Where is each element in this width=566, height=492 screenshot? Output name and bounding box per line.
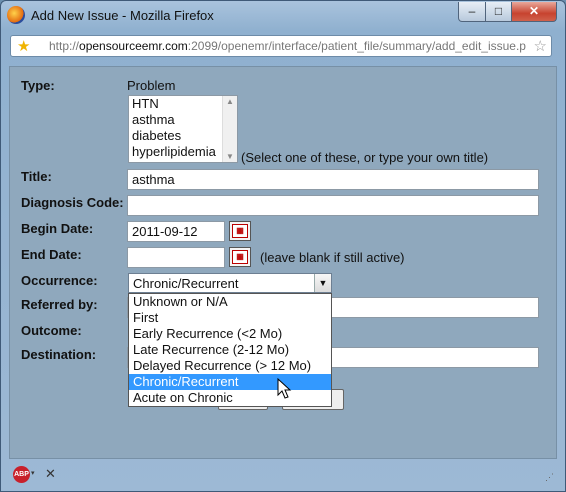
title-input[interactable]: asthma [127, 169, 539, 190]
dropdown-option[interactable]: Acute on Chronic [129, 390, 331, 406]
scroll-down-icon[interactable]: ▼ [226, 152, 234, 161]
begin-date-input[interactable]: 2011-09-12 [127, 221, 225, 242]
listbox-scrollbar[interactable]: ▲ ▼ [222, 96, 237, 162]
occurrence-select[interactable]: Chronic/Recurrent ▼ [128, 273, 332, 293]
adblock-menu-caret-icon[interactable]: ▾ [31, 469, 35, 477]
list-item[interactable]: diabetes [129, 128, 237, 144]
url-prefix: http:// [49, 39, 80, 53]
title-label: Title: [21, 169, 52, 184]
type-listbox[interactable]: HTN asthma diabetes hyperlipidemia ▲ ▼ [128, 95, 238, 163]
chevron-down-icon[interactable]: ▼ [314, 274, 331, 292]
title-bar: Add New Issue - Mozilla Firefox – □ ✕ [1, 1, 565, 31]
url-text[interactable]: http://opensourceemr.com:2099/openemr/in… [49, 39, 529, 53]
list-item[interactable]: asthma [129, 112, 237, 128]
end-date-input[interactable] [127, 247, 225, 268]
bookmark-star-icon[interactable]: ★ [17, 37, 30, 55]
window-title: Add New Issue - Mozilla Firefox [31, 8, 214, 23]
close-statusbar-icon[interactable]: ✕ [45, 466, 56, 482]
list-item[interactable]: hyperlipidemia [129, 144, 237, 160]
scroll-up-icon[interactable]: ▲ [226, 97, 234, 106]
url-path: :2099/openemr/interface/patient_file/sum… [187, 39, 526, 53]
calendar-icon: ▦ [232, 250, 248, 264]
url-bar[interactable]: ★ http://opensourceemr.com:2099/openemr/… [10, 35, 552, 57]
end-date-label: End Date: [21, 247, 82, 262]
destination-label: Destination: [21, 347, 97, 362]
issue-form: Type: Problem HTN asthma diabetes hyperl… [9, 66, 557, 459]
status-bar: ABP ▾ ✕ ⋰ [9, 463, 557, 485]
minimize-button[interactable]: – [458, 2, 486, 22]
outcome-label: Outcome: [21, 323, 82, 338]
dropdown-option[interactable]: Delayed Recurrence (> 12 Mo) [129, 358, 331, 374]
calendar-icon: ▦ [232, 224, 248, 238]
resize-grip-icon[interactable]: ⋰ [545, 472, 554, 483]
adblock-icon[interactable]: ABP [13, 466, 30, 483]
occurrence-label: Occurrence: [21, 273, 98, 288]
end-date-calendar-button[interactable]: ▦ [229, 247, 251, 267]
dropdown-option[interactable]: Late Recurrence (2-12 Mo) [129, 342, 331, 358]
type-label: Type: [21, 78, 55, 93]
occurrence-dropdown[interactable]: Unknown or N/A First Early Recurrence (<… [128, 293, 332, 407]
diagnosis-code-input[interactable] [127, 195, 539, 216]
dropdown-option-selected[interactable]: Chronic/Recurrent [129, 374, 331, 390]
begin-date-label: Begin Date: [21, 221, 94, 236]
diagnosis-code-label: Diagnosis Code: [21, 195, 124, 210]
dropdown-option[interactable]: Unknown or N/A [129, 294, 331, 310]
dropdown-option[interactable]: First [129, 310, 331, 326]
url-host: opensourceemr.com [79, 39, 188, 53]
firefox-icon [7, 6, 25, 24]
bookmark-outline-icon[interactable]: ☆ [534, 37, 547, 55]
dropdown-option[interactable]: Early Recurrence (<2 Mo) [129, 326, 331, 342]
close-button[interactable]: ✕ [511, 2, 557, 22]
occurrence-selected-value: Chronic/Recurrent [133, 276, 239, 291]
maximize-button[interactable]: □ [485, 2, 512, 22]
browser-window: Add New Issue - Mozilla Firefox – □ ✕ ★ … [0, 0, 566, 492]
list-item[interactable]: HTN [129, 96, 237, 112]
type-value: Problem [127, 78, 176, 93]
type-hint: (Select one of these, or type your own t… [241, 150, 489, 165]
mouse-cursor-icon [277, 378, 292, 399]
begin-date-calendar-button[interactable]: ▦ [229, 221, 251, 241]
referred-by-label: Referred by: [21, 297, 98, 312]
end-date-hint: (leave blank if still active) [260, 250, 405, 265]
